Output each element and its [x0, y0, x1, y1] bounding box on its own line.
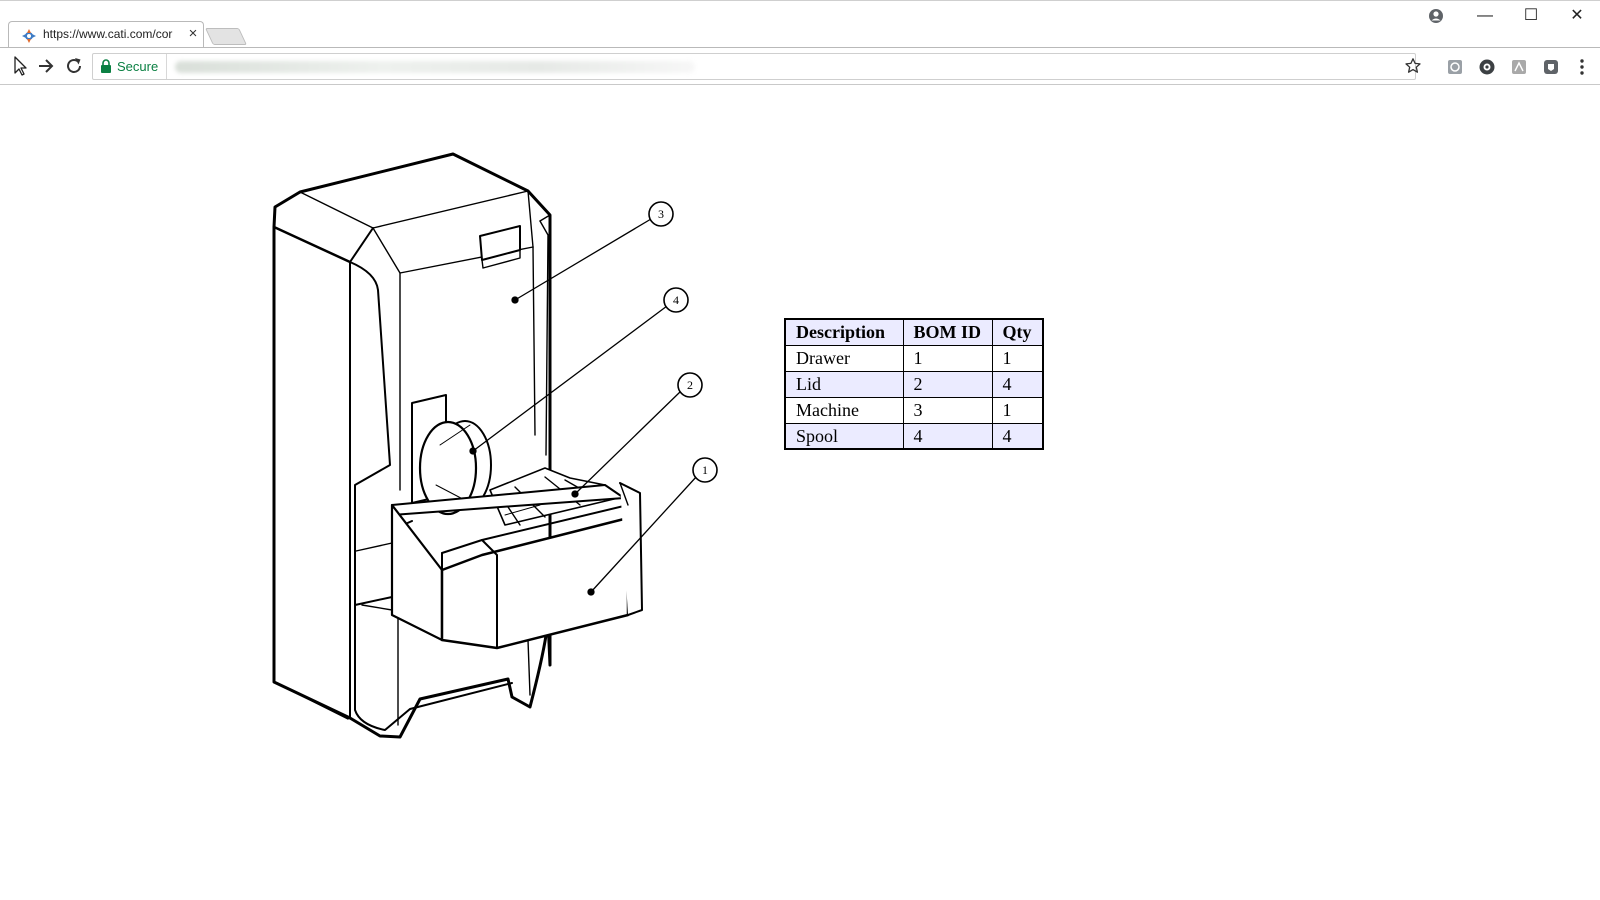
callout-label: 3: [658, 207, 664, 221]
cell-bom-id: 3: [902, 396, 993, 424]
page-content: 3 4 2 1 Description BOM ID Qty Drawer 1: [0, 85, 1600, 900]
browser-titlebar: https://www.cati.com/cor × — ☐ ✕: [0, 0, 1600, 48]
cell-qty: 1: [991, 396, 1043, 424]
cell-description: Spool: [784, 422, 904, 450]
profile-icon[interactable]: [1422, 5, 1450, 27]
callout-balloon-1: 1: [692, 457, 718, 483]
cell-qty: 1: [991, 344, 1043, 372]
cell-description: Drawer: [784, 344, 904, 372]
cati-favicon-icon: [22, 29, 36, 43]
secure-label: Secure: [117, 59, 159, 74]
minimize-button[interactable]: —: [1471, 5, 1499, 27]
url-text-blurred[interactable]: [175, 61, 695, 73]
extension-shield-icon[interactable]: [1542, 58, 1560, 76]
callout-label: 1: [702, 463, 708, 477]
table-row: Lid 2 4: [784, 370, 1043, 398]
column-header-description: Description: [784, 318, 904, 346]
extension-g-icon[interactable]: [1446, 58, 1464, 76]
maximize-button[interactable]: ☐: [1517, 5, 1545, 27]
cell-description: Lid: [784, 370, 904, 398]
callout-label: 2: [687, 378, 693, 392]
column-header-bom-id: BOM ID: [902, 318, 993, 346]
table-row: Drawer 1 1: [784, 344, 1043, 372]
callout-balloon-4: 4: [663, 287, 689, 313]
callout-label: 4: [673, 293, 679, 307]
tab-close-icon[interactable]: ×: [185, 25, 201, 43]
secure-indicator[interactable]: Secure: [93, 54, 168, 79]
close-window-button[interactable]: ✕: [1563, 5, 1591, 27]
extension-circle-icon[interactable]: [1478, 58, 1496, 76]
forward-icon[interactable]: [34, 54, 58, 78]
address-bar[interactable]: Secure: [92, 53, 1416, 80]
cell-description: Machine: [784, 396, 904, 424]
cell-bom-id: 4: [902, 422, 993, 450]
cell-bom-id: 2: [902, 370, 993, 398]
cell-qty: 4: [991, 422, 1043, 450]
column-header-qty: Qty: [991, 318, 1043, 346]
menu-icon[interactable]: [1576, 57, 1588, 77]
table-row: Spool 4 4: [784, 422, 1043, 450]
cell-bom-id: 1: [902, 344, 993, 372]
assembly-drawing: 3 4 2 1: [272, 152, 718, 739]
callout-balloon-2: 2: [677, 372, 703, 398]
bom-header-row: Description BOM ID Qty: [784, 318, 1043, 346]
table-row: Machine 3 1: [784, 396, 1043, 424]
browser-tab[interactable]: https://www.cati.com/cor ×: [8, 21, 204, 48]
cell-qty: 4: [991, 370, 1043, 398]
lock-icon: [101, 59, 111, 73]
bom-table: Description BOM ID Qty Drawer 1 1 Lid 2 …: [784, 318, 1044, 450]
tab-title: https://www.cati.com/cor: [43, 27, 173, 41]
browser-toolbar: Secure: [0, 47, 1600, 85]
reload-icon[interactable]: [62, 54, 86, 78]
callout-balloon-3: 3: [648, 201, 674, 227]
cursor-icon[interactable]: [8, 54, 32, 78]
extension-pdf-icon[interactable]: [1510, 58, 1528, 76]
star-icon[interactable]: [1404, 57, 1422, 75]
new-tab-button[interactable]: [205, 28, 247, 45]
